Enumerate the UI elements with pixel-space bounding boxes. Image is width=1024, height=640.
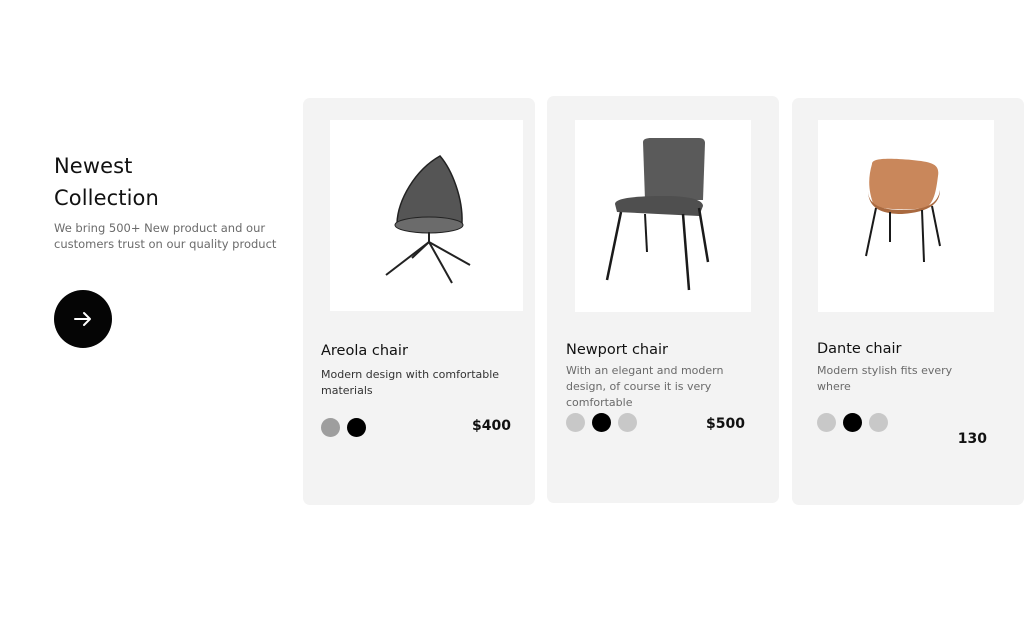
product-description: With an elegant and modern design, of co… xyxy=(566,363,723,411)
color-swatch-light-gray[interactable] xyxy=(566,413,585,432)
description-line: design, of course it is very xyxy=(566,380,712,393)
color-swatch-black[interactable] xyxy=(347,418,366,437)
product-image-dante xyxy=(818,120,994,312)
chair-image-newport xyxy=(605,138,710,291)
description-line: With an elegant and modern xyxy=(566,364,724,377)
chair-image-dante xyxy=(865,158,941,263)
color-swatch-black[interactable] xyxy=(843,413,862,432)
collection-title-line-2: Collection xyxy=(54,186,159,210)
collection-subtitle-line-2: customers trust on our quality product xyxy=(54,237,277,251)
arrow-right-icon xyxy=(74,312,91,326)
product-card-dante[interactable]: Dante chair Modern stylish fits every wh… xyxy=(792,98,1024,505)
color-swatch-light-gray[interactable] xyxy=(869,413,888,432)
product-price: $500 xyxy=(706,416,745,432)
description-line: Modern design with comfortable xyxy=(321,368,500,381)
product-price: 130 xyxy=(957,431,987,447)
chair-image-areola xyxy=(385,155,471,284)
collection-subtitle-line-1: We bring 500+ New product and our xyxy=(54,221,266,235)
color-swatch-light-gray[interactable] xyxy=(817,413,836,432)
color-swatch-black[interactable] xyxy=(592,413,611,432)
product-name: Dante chair xyxy=(817,341,902,357)
description-line: where xyxy=(817,380,851,393)
product-image-areola xyxy=(330,120,523,311)
product-description: Modern design with comfortable materials xyxy=(321,367,499,399)
product-name: Areola chair xyxy=(321,343,408,359)
product-card-newport[interactable]: Newport chair With an elegant and modern… xyxy=(547,96,779,503)
collection-intro: Newest Collection We bring 500+ New prod… xyxy=(54,150,284,252)
product-name: Newport chair xyxy=(566,342,668,358)
description-line: materials xyxy=(321,384,373,397)
description-line: comfortable xyxy=(566,396,633,409)
description-line: Modern stylish fits every xyxy=(817,364,953,377)
product-card-areola[interactable]: Areola chair Modern design with comforta… xyxy=(303,98,535,505)
collection-title-line-1: Newest xyxy=(54,154,133,178)
product-image-newport xyxy=(575,120,751,312)
product-description: Modern stylish fits every where xyxy=(817,363,952,395)
product-price: $400 xyxy=(472,418,511,434)
color-swatch-gray[interactable] xyxy=(321,418,340,437)
next-arrow-button[interactable] xyxy=(54,290,112,348)
color-swatch-light-gray[interactable] xyxy=(618,413,637,432)
